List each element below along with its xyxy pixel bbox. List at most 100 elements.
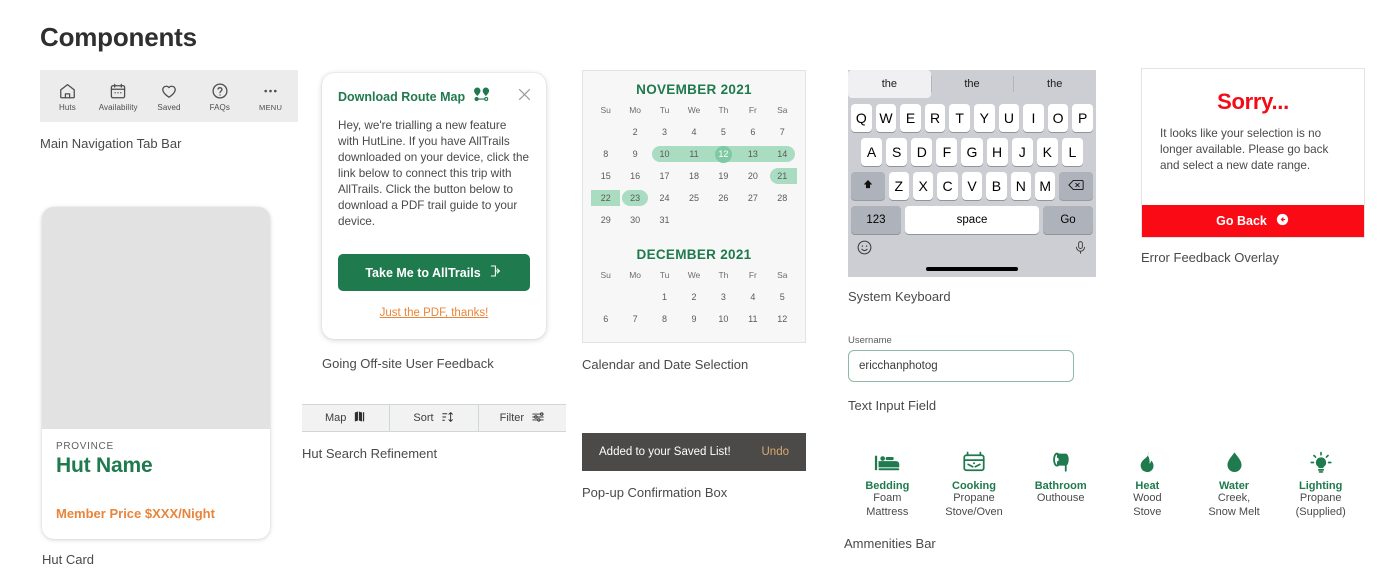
calendar-day-cell[interactable]: 29: [591, 209, 620, 231]
calendar-day-cell[interactable]: 14: [767, 143, 797, 165]
key-J[interactable]: J: [1011, 138, 1033, 166]
key-L[interactable]: L: [1061, 138, 1083, 166]
calendar-day-cell[interactable]: 7: [768, 121, 797, 143]
key-R[interactable]: R: [924, 104, 946, 132]
calendar-day-cell[interactable]: 9: [679, 308, 708, 330]
key-O[interactable]: O: [1047, 104, 1069, 132]
key-Y[interactable]: Y: [974, 104, 995, 132]
keyboard-utility-row: [848, 236, 1096, 264]
calendar-day-cell[interactable]: 4: [738, 286, 767, 308]
filter-button[interactable]: Filter: [479, 405, 566, 431]
calendar-day-cell[interactable]: 23: [620, 187, 649, 209]
calendar-day-cell[interactable]: 26: [709, 187, 738, 209]
sidebar-item-faqs[interactable]: FAQs: [194, 82, 245, 112]
prediction-3[interactable]: the: [1013, 70, 1096, 98]
calendar-day-cell[interactable]: 11: [738, 308, 767, 330]
calendar-day-cell[interactable]: 31: [650, 209, 679, 231]
calendar-day-cell[interactable]: 5: [768, 286, 797, 308]
calendar-day-cell[interactable]: 1: [650, 286, 679, 308]
calendar-day-cell[interactable]: 27: [738, 187, 767, 209]
error-body-text: It looks like your selection is no longe…: [1160, 127, 1329, 172]
calendar-day-cell[interactable]: 6: [591, 308, 620, 330]
calendar-day-cell[interactable]: 24: [650, 187, 679, 209]
calendar-day-cell[interactable]: 6: [738, 121, 767, 143]
key-W[interactable]: W: [875, 104, 897, 132]
calendar-day-cell[interactable]: 2: [620, 121, 649, 143]
sort-button[interactable]: Sort: [390, 405, 479, 431]
key-U[interactable]: U: [998, 104, 1020, 132]
calendar-day-cell[interactable]: 19: [709, 165, 738, 187]
key-F[interactable]: F: [936, 138, 958, 166]
key-V[interactable]: V: [961, 172, 983, 200]
page-title: Components: [40, 22, 197, 52]
calendar-day-cell[interactable]: 15: [591, 165, 620, 187]
calendar-day-cell[interactable]: 2: [679, 286, 708, 308]
calendar-day-cell[interactable]: 30: [620, 209, 649, 231]
calendar-day-cell[interactable]: 21: [768, 165, 797, 187]
key-X[interactable]: X: [913, 172, 934, 200]
key-Q[interactable]: Q: [851, 104, 872, 132]
key-T[interactable]: T: [949, 104, 970, 132]
key-E[interactable]: E: [900, 104, 921, 132]
key-A[interactable]: A: [861, 138, 883, 166]
key-I[interactable]: I: [1023, 104, 1044, 132]
calendar-day-cell[interactable]: 16: [620, 165, 649, 187]
hut-card[interactable]: PROVINCE Hut Name Member Price $XXX/Nigh…: [42, 207, 270, 539]
calendar-day-cell[interactable]: 17: [650, 165, 679, 187]
dialog-header: Download Route Map: [338, 87, 530, 107]
calendar-day-cell[interactable]: 10: [650, 143, 680, 165]
take-me-to-alltrails-button[interactable]: Take Me to AllTrails: [338, 254, 530, 292]
sidebar-item-availability[interactable]: Availability: [93, 82, 144, 112]
space-key[interactable]: space: [904, 206, 1040, 234]
dialog-primary-label: Take Me to AllTrails: [365, 265, 481, 280]
calendar-day-cell[interactable]: 3: [650, 121, 679, 143]
prediction-2[interactable]: the: [930, 70, 1014, 98]
key-H[interactable]: H: [986, 138, 1008, 166]
numeric-key[interactable]: 123: [851, 206, 901, 234]
calendar-day-cell[interactable]: 25: [679, 187, 708, 209]
calendar-day-cell[interactable]: 7: [620, 308, 649, 330]
calendar-day-cell[interactable]: 4: [679, 121, 708, 143]
undo-button[interactable]: Undo: [762, 446, 790, 458]
calendar-day-cell[interactable]: 11: [679, 143, 709, 165]
calendar-day-cell[interactable]: 12: [768, 308, 797, 330]
calendar-day-cell[interactable]: 5: [709, 121, 738, 143]
go-key[interactable]: Go: [1043, 206, 1093, 234]
key-B[interactable]: B: [986, 172, 1007, 200]
key-C[interactable]: C: [937, 172, 958, 200]
calendar-day-cell[interactable]: 20: [738, 165, 767, 187]
search-input-wrapper[interactable]: ericchanphotog: [848, 350, 1074, 382]
tab-label-faqs: FAQs: [209, 103, 230, 112]
sidebar-item-menu[interactable]: MENU: [245, 82, 296, 112]
calendar-day-cell[interactable]: 18: [679, 165, 708, 187]
key-N[interactable]: N: [1010, 172, 1032, 200]
calendar-day-cell[interactable]: 3: [709, 286, 738, 308]
close-icon[interactable]: [516, 86, 533, 108]
calendar-day-cell[interactable]: 10: [709, 308, 738, 330]
key-Z[interactable]: Z: [888, 172, 909, 200]
key-K[interactable]: K: [1036, 138, 1058, 166]
key-M[interactable]: M: [1035, 172, 1056, 200]
calendar-day-cell[interactable]: 28: [768, 187, 797, 209]
calendar-day-cell[interactable]: 8: [591, 143, 620, 165]
calendar-day-cell[interactable]: 9: [620, 143, 649, 165]
shift-key[interactable]: [851, 172, 885, 200]
calendar-day-cell[interactable]: 8: [650, 308, 679, 330]
sidebar-item-huts[interactable]: Huts: [42, 82, 93, 112]
key-D[interactable]: D: [911, 138, 933, 166]
microphone-icon[interactable]: [1073, 239, 1088, 261]
prediction-1[interactable]: the: [848, 70, 931, 98]
key-P[interactable]: P: [1072, 104, 1093, 132]
key-G[interactable]: G: [961, 138, 983, 166]
emoji-icon[interactable]: [856, 239, 873, 261]
backspace-icon: [1068, 178, 1084, 195]
go-back-button[interactable]: Go Back: [1142, 205, 1364, 238]
calendar-day-cell[interactable]: 13: [738, 143, 768, 165]
key-S[interactable]: S: [886, 138, 908, 166]
map-button[interactable]: Map: [302, 405, 391, 431]
calendar-day-cell[interactable]: 12: [708, 143, 739, 165]
calendar-day-cell[interactable]: 22: [591, 187, 621, 209]
backspace-key[interactable]: [1059, 172, 1093, 200]
just-the-pdf-link[interactable]: Just the PDF, thanks!: [338, 307, 530, 319]
sidebar-item-saved[interactable]: Saved: [144, 82, 195, 112]
